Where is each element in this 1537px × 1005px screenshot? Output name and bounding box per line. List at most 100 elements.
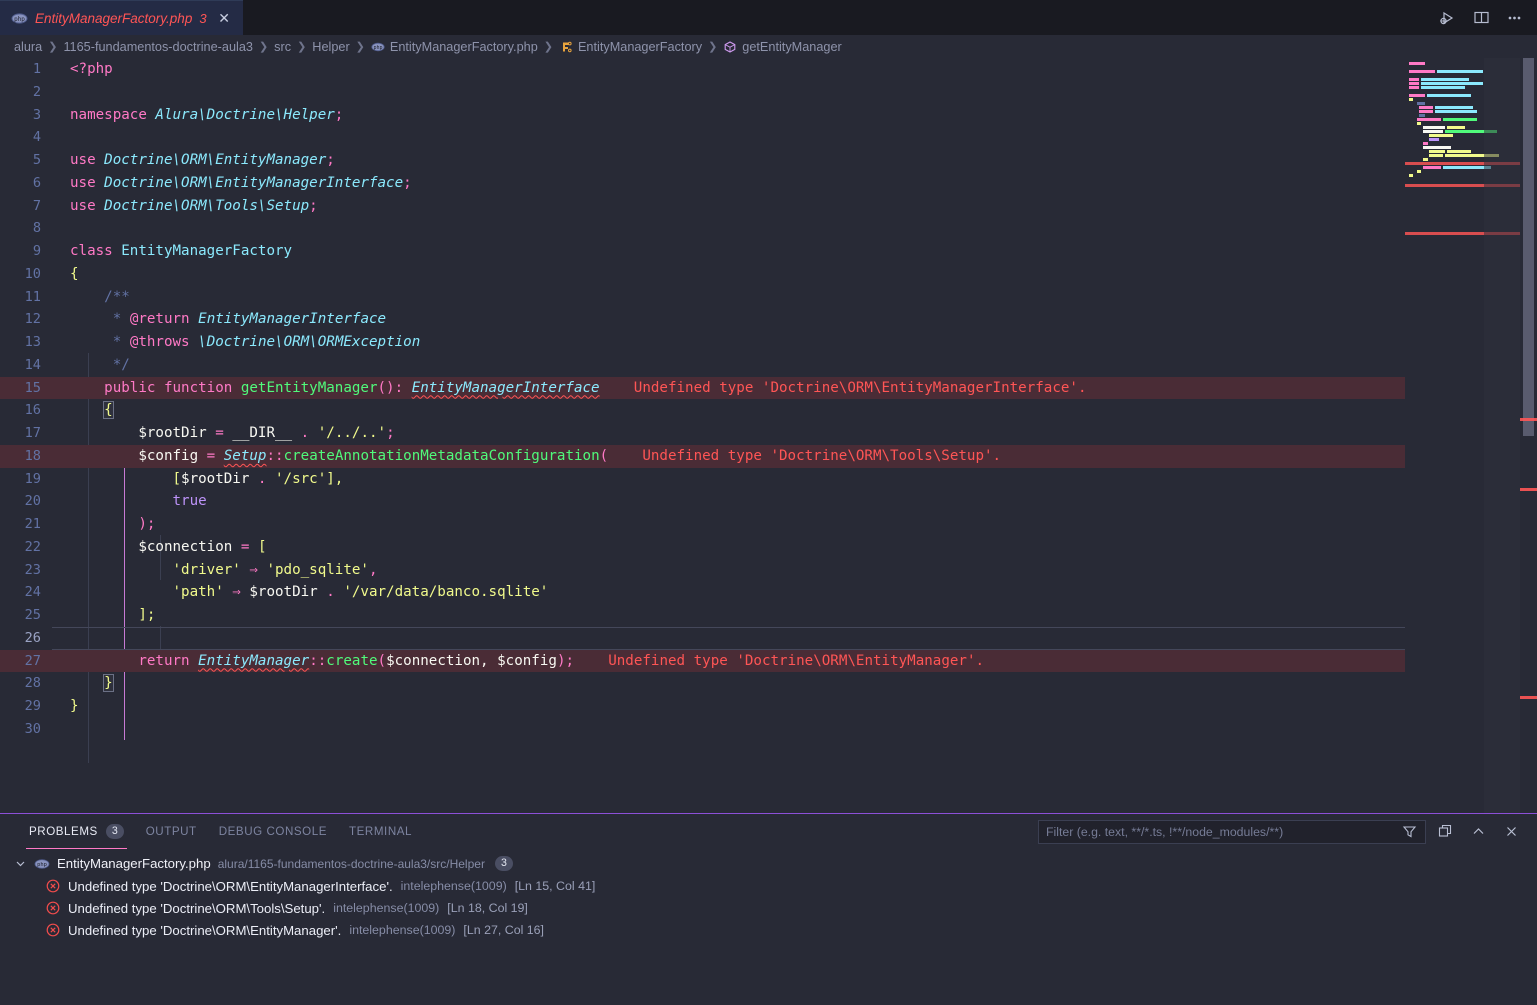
inline-error-message: Undefined type 'Doctrine\ORM\Tools\Setup… xyxy=(642,447,1002,464)
problem-location: [Ln 15, Col 41] xyxy=(514,879,596,893)
editor-tab-entitymanagerfactory[interactable]: php EntityManagerFactory.php 3 ✕ xyxy=(0,0,243,35)
code-line[interactable]: 11 /** xyxy=(0,286,1405,309)
problems-file-count: 3 xyxy=(494,856,513,871)
breadcrumb-label: 1165-fundamentos-doctrine-aula3 xyxy=(63,39,253,54)
php-elephant-icon: php xyxy=(34,856,50,872)
code-line[interactable]: 7 use Doctrine\ORM\Tools\Setup; xyxy=(0,195,1405,218)
token-boolean: true xyxy=(172,493,207,510)
problems-file-group[interactable]: php EntityManagerFactory.php alura/1165-… xyxy=(0,852,1537,875)
tab-problems[interactable]: PROBLEMS 3 xyxy=(18,814,135,849)
token-operator: . xyxy=(317,584,344,601)
code-line[interactable]: 24 'path' ⇒ $rootDir . '/var/data/banco.… xyxy=(0,581,1405,604)
code-line[interactable]: 6 use Doctrine\ORM\EntityManagerInterfac… xyxy=(0,172,1405,195)
split-editor-icon[interactable] xyxy=(1470,7,1492,29)
line-number: 7 xyxy=(32,197,41,214)
php-elephant-icon: php xyxy=(11,10,28,27)
code-line[interactable]: 28 } xyxy=(0,672,1405,695)
breadcrumb-label: src xyxy=(274,39,292,54)
code-line[interactable]: 13 * @throws \Doctrine\ORM\ORMException xyxy=(0,331,1405,354)
code-line[interactable]: 4 xyxy=(0,126,1405,149)
token-arrow-operator: ⇒ xyxy=(223,584,250,601)
token-string: 'pdo_sqlite' xyxy=(266,561,369,578)
error-icon xyxy=(45,879,60,894)
breadcrumb-item-project[interactable]: 1165-fundamentos-doctrine-aula3 xyxy=(63,40,253,54)
code-line-with-error[interactable]: 27 return EntityManager::create($connect… xyxy=(0,649,1405,673)
problem-item[interactable]: Undefined type 'Doctrine\ORM\Tools\Setup… xyxy=(0,897,1537,919)
minimap[interactable] xyxy=(1405,58,1520,813)
chevron-up-icon[interactable] xyxy=(1464,818,1492,846)
breadcrumb-separator-icon: ❯ xyxy=(48,41,58,53)
code-line[interactable]: 30 xyxy=(0,718,1405,741)
line-number: 16 xyxy=(24,402,41,419)
code-line[interactable]: 20 true xyxy=(0,490,1405,513)
code-line[interactable]: 10 { xyxy=(0,263,1405,286)
code-editor[interactable]: 1 <?php 2 3 namespace Alura\Doctrine\Hel… xyxy=(0,58,1537,813)
error-icon xyxy=(45,901,60,916)
problem-message: Undefined type 'Doctrine\ORM\EntityManag… xyxy=(68,922,342,938)
code-line[interactable]: 9 class EntityManagerFactory xyxy=(0,240,1405,263)
token-punct: ; xyxy=(334,106,344,123)
token-punct: ; xyxy=(403,174,412,191)
code-line[interactable]: 14 */ xyxy=(0,354,1405,377)
token-function-call: create xyxy=(326,652,378,669)
close-icon[interactable]: ✕ xyxy=(216,10,233,27)
code-line-with-error[interactable]: 18 $config = Setup::createAnnotationMeta… xyxy=(0,444,1405,468)
token-variable: $connection xyxy=(386,652,481,669)
code-line[interactable]: 1 <?php xyxy=(0,58,1405,81)
breadcrumb-item-alura[interactable]: alura xyxy=(14,40,42,54)
tab-terminal[interactable]: TERMINAL xyxy=(338,814,423,849)
chevron-down-icon[interactable] xyxy=(13,857,27,871)
code-line[interactable]: 16 { xyxy=(0,399,1405,422)
code-line[interactable]: 17 $rootDir = __DIR__ . '/../..'; xyxy=(0,422,1405,445)
problem-item[interactable]: Undefined type 'Doctrine\ORM\EntityManag… xyxy=(0,919,1537,941)
run-and-debug-icon[interactable] xyxy=(1437,7,1459,29)
breadcrumb-item-file[interactable]: php EntityManagerFactory.php xyxy=(371,40,538,54)
code-line[interactable]: 21 ); xyxy=(0,513,1405,536)
close-panel-icon[interactable] xyxy=(1497,818,1525,846)
code-line[interactable]: 29 } xyxy=(0,695,1405,718)
code-line[interactable]: 22 $connection = [ xyxy=(0,536,1405,559)
view-as-table-icon[interactable] xyxy=(1431,818,1459,846)
code-line-with-error[interactable]: 15 public function getEntityManager(): E… xyxy=(0,376,1405,400)
code-line[interactable]: 25 ]; xyxy=(0,604,1405,627)
line-number: 10 xyxy=(24,265,41,282)
token-variable: $config xyxy=(497,652,557,669)
problems-list[interactable]: php EntityManagerFactory.php alura/1165-… xyxy=(0,849,1537,941)
breadcrumb-item-class[interactable]: EntityManagerFactory xyxy=(559,40,702,54)
code-line[interactable]: 3 namespace Alura\Doctrine\Helper; xyxy=(0,104,1405,127)
current-line[interactable]: 26 xyxy=(0,626,1405,650)
token-paren: ); xyxy=(138,516,156,532)
filter-input[interactable] xyxy=(1046,824,1400,839)
token-keyword: return xyxy=(138,652,190,669)
breadcrumb-item-src[interactable]: src xyxy=(274,40,291,54)
editor-vertical-scrollbar[interactable] xyxy=(1520,58,1537,813)
breadcrumb-item-method[interactable]: getEntityManager xyxy=(723,40,842,54)
tab-output-label: OUTPUT xyxy=(145,825,197,838)
breadcrumb-label: Helper xyxy=(312,39,350,54)
token-namespace: Doctrine\ORM\Tools\Setup xyxy=(104,197,310,214)
filter-icon[interactable] xyxy=(1400,823,1418,841)
editor-tab-bar: php EntityManagerFactory.php 3 ✕ xyxy=(0,0,1537,35)
tab-debug-console[interactable]: DEBUG CONSOLE xyxy=(208,814,338,849)
code-line[interactable]: 23 'driver' ⇒ 'pdo_sqlite', xyxy=(0,559,1405,582)
token-namespace: Alura\Doctrine\Helper xyxy=(155,106,335,123)
token-keyword: use xyxy=(70,152,96,168)
code-lines[interactable]: 1 <?php 2 3 namespace Alura\Doctrine\Hel… xyxy=(0,58,1405,813)
code-line[interactable]: 2 xyxy=(0,81,1405,104)
filter-input-wrapper[interactable] xyxy=(1038,819,1426,844)
token-brace-matched: { xyxy=(103,401,114,420)
line-content: public function getEntityManager(): Enti… xyxy=(52,377,1405,400)
more-actions-icon[interactable] xyxy=(1503,7,1525,29)
code-line[interactable]: 5 use Doctrine\ORM\EntityManager; xyxy=(0,149,1405,172)
tab-output[interactable]: OUTPUT xyxy=(135,814,208,849)
code-line[interactable]: 8 xyxy=(0,217,1405,240)
line-content: class EntityManagerFactory xyxy=(52,240,1405,263)
code-line[interactable]: 19 [$rootDir . '/src'], xyxy=(0,468,1405,491)
token-string: '/var/data/banco.sqlite' xyxy=(343,584,549,601)
code-line[interactable]: 12 * @return EntityManagerInterface xyxy=(0,308,1405,331)
line-number: 12 xyxy=(24,311,41,328)
problems-count-badge: 3 xyxy=(105,823,124,840)
problem-item[interactable]: Undefined type 'Doctrine\ORM\EntityManag… xyxy=(0,875,1537,897)
scrollbar-thumb[interactable] xyxy=(1523,58,1534,436)
breadcrumb-item-helper[interactable]: Helper xyxy=(312,40,349,54)
